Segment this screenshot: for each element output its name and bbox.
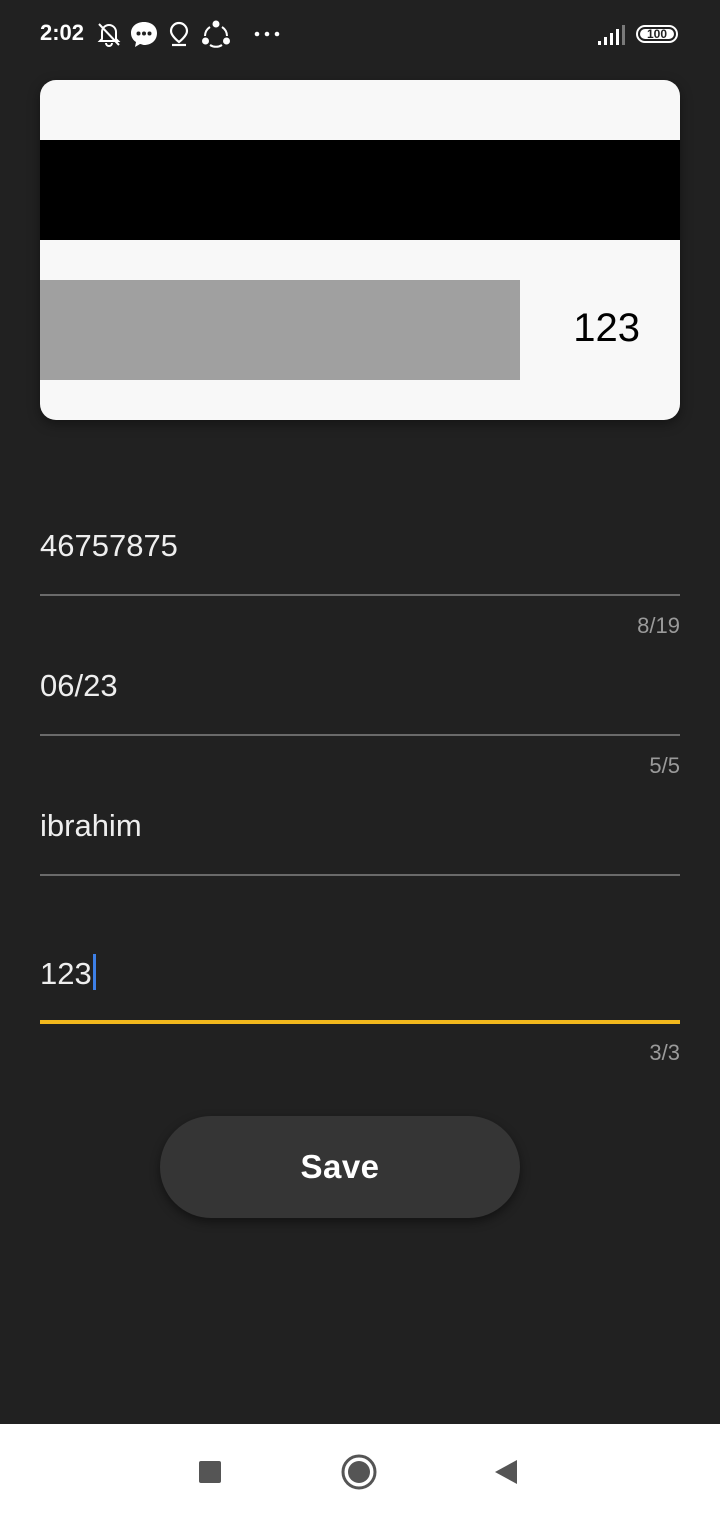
cvv-field[interactable]: 123 3/3 (40, 940, 680, 1070)
card-number-input[interactable]: 46757875 (40, 528, 178, 564)
more-dots-icon (253, 30, 281, 58)
cvv-input[interactable]: 123 (40, 954, 96, 992)
signal-icon (597, 24, 627, 52)
status-bar: 2:02 100 (0, 0, 720, 70)
home-circle-icon[interactable] (337, 1450, 381, 1494)
expiry-input[interactable]: 06/23 (40, 668, 118, 704)
save-button[interactable]: Save (160, 1116, 520, 1218)
battery-icon: 100 (636, 25, 678, 43)
screen: 2:02 100 123 46757875 8/19 06/23 5/5 ibr… (0, 0, 720, 1520)
text-caret (92, 954, 96, 990)
cvv-counter: 3/3 (649, 1040, 680, 1065)
card-number-underline (40, 594, 680, 596)
holder-name-field[interactable]: ibrahim (40, 800, 680, 880)
battery-level: 100 (640, 28, 674, 40)
expiry-counter: 5/5 (649, 753, 680, 778)
card-number-counter: 8/19 (637, 613, 680, 638)
card-cvv-display: 123 (573, 306, 640, 350)
expiry-field[interactable]: 06/23 5/5 (40, 660, 680, 780)
navigation-bar (0, 1424, 720, 1520)
card-back-preview: 123 (40, 80, 680, 420)
mute-bell-icon (96, 20, 122, 48)
expiry-underline (40, 734, 680, 736)
share-icon (201, 20, 231, 48)
location-pin-icon (168, 20, 190, 48)
chat-bubble-icon (129, 20, 159, 48)
cvv-underline-focused (40, 1020, 680, 1024)
status-time: 2:02 (40, 20, 85, 45)
back-triangle-icon[interactable] (484, 1450, 528, 1494)
cvv-input-text: 123 (40, 956, 92, 991)
holder-name-underline (40, 874, 680, 876)
signature-strip (40, 280, 520, 380)
magnetic-stripe (40, 140, 680, 240)
card-number-field[interactable]: 46757875 8/19 (40, 520, 680, 640)
holder-name-input[interactable]: ibrahim (40, 808, 142, 844)
recents-square-icon[interactable] (188, 1450, 232, 1494)
